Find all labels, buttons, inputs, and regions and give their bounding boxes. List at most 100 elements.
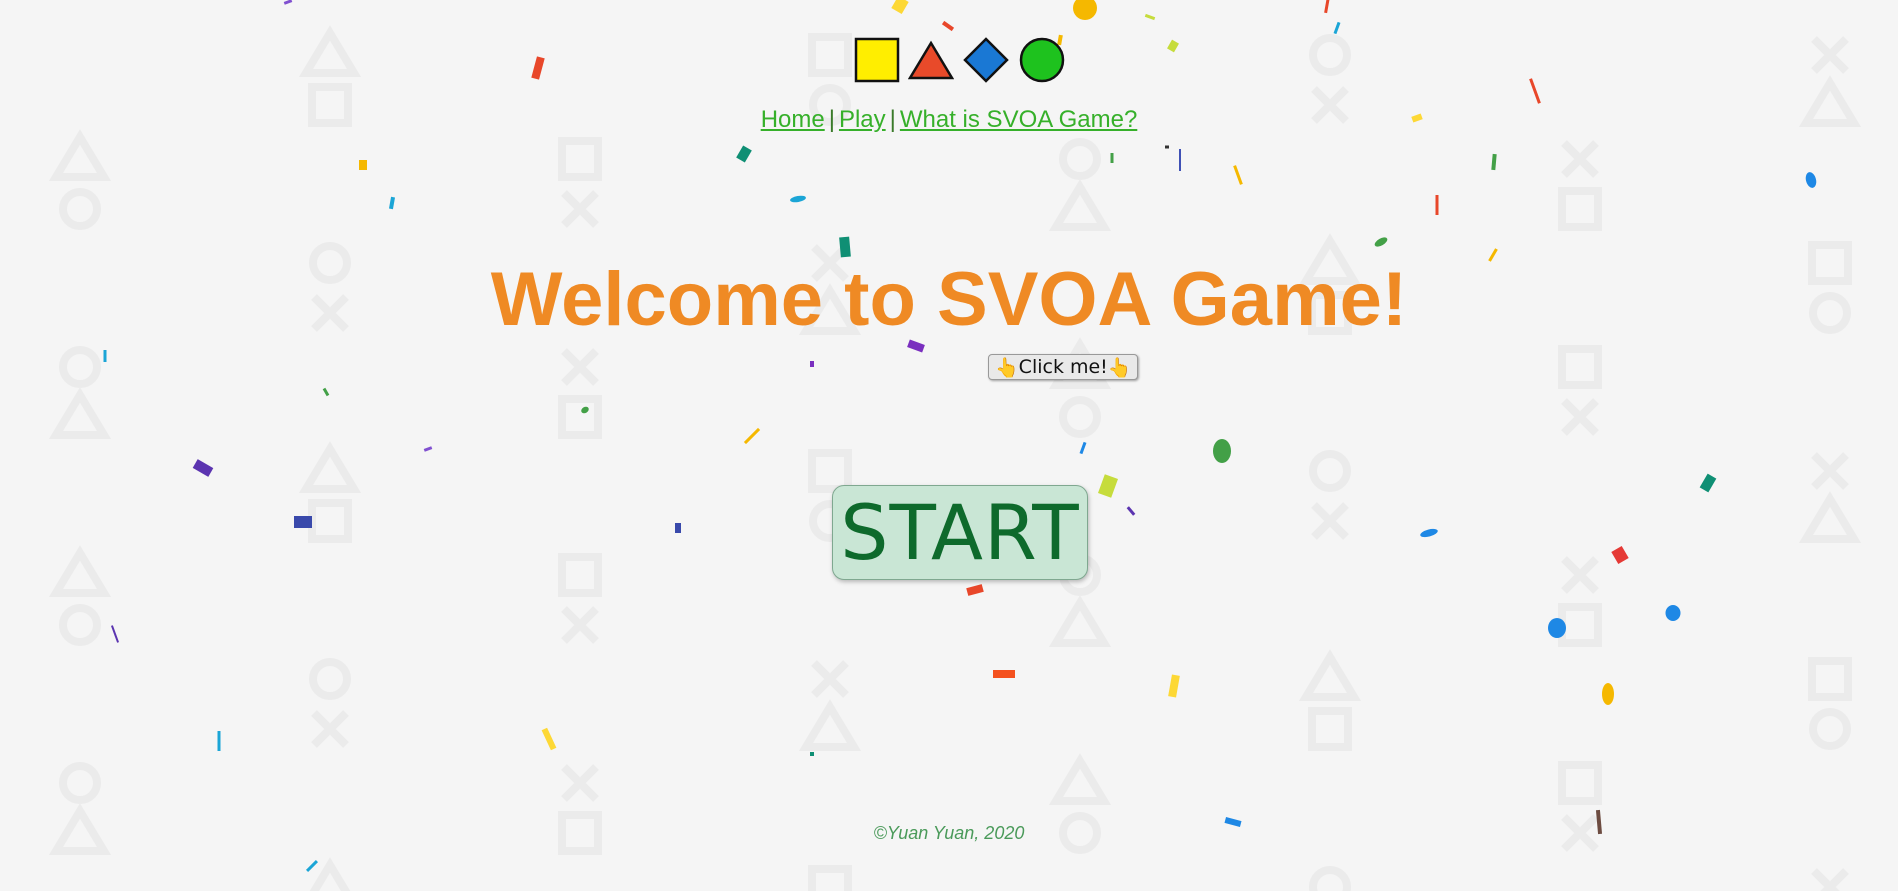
pattern-tri-shape: [1048, 753, 1112, 805]
confetti-piece: [1435, 195, 1439, 215]
confetti-piece: [1168, 674, 1180, 698]
game-home-page: Home | Play | What is SVOA Game? Welcome to …: [0, 0, 1898, 891]
start-button[interactable]: START: [832, 485, 1088, 580]
pattern-x-shape: [1811, 868, 1849, 891]
confetti-piece: [1491, 153, 1497, 171]
confetti-piece: [1126, 506, 1136, 516]
pattern-circ-shape: [1309, 450, 1351, 492]
confetti-piece: [1805, 172, 1817, 188]
confetti-piece: [743, 427, 761, 445]
footer-copyright: ©Yuan Yuan, 2020: [873, 823, 1025, 843]
pattern-x-shape: [561, 606, 599, 644]
pattern-sq-shape: [1558, 761, 1602, 805]
click-me-label: Click me!: [1018, 356, 1108, 378]
confetti-piece: [103, 350, 107, 362]
pattern-circ-shape: [309, 658, 351, 700]
pattern-tri-shape: [298, 25, 362, 77]
pattern-sq-shape: [1808, 657, 1852, 701]
pointing-hand-icon: 👆: [995, 356, 1019, 379]
confetti-piece: [810, 361, 814, 367]
pattern-x-shape: [561, 190, 599, 228]
confetti-piece: [1324, 0, 1330, 14]
pointing-hand-icon: 👆: [1107, 356, 1132, 379]
confetti-piece: [1420, 528, 1438, 538]
triangle-icon: [908, 40, 954, 80]
confetti-piece: [1098, 474, 1118, 498]
nav-link-home[interactable]: Home: [761, 106, 825, 133]
pattern-circ-shape: [59, 762, 101, 804]
confetti-piece: [283, 0, 293, 5]
confetti-piece: [305, 859, 319, 873]
confetti-piece: [736, 145, 752, 163]
confetti-piece: [1529, 78, 1541, 104]
confetti-piece: [1699, 473, 1717, 493]
confetti-piece: [1179, 149, 1181, 171]
confetti-piece: [1602, 683, 1614, 705]
confetti-piece: [941, 20, 955, 32]
pattern-tri-shape: [1048, 179, 1112, 231]
confetti-piece: [1073, 0, 1097, 20]
pattern-x-shape: [1561, 556, 1599, 594]
pattern-tri-shape: [48, 545, 112, 597]
confetti-piece: [423, 446, 433, 452]
confetti-piece: [1233, 165, 1243, 185]
main-nav: Home | Play | What is SVOA Game?: [0, 106, 1898, 134]
circle-icon: [1019, 37, 1065, 83]
confetti-piece: [541, 727, 557, 751]
page-title: Welcome to SVOA Game!: [490, 257, 1408, 342]
pattern-sq-shape: [558, 395, 602, 439]
nav-separator: |: [828, 106, 835, 133]
pattern-circ-shape: [1059, 396, 1101, 438]
pattern-tri-shape: [1298, 649, 1362, 701]
confetti-piece: [1167, 39, 1179, 53]
pattern-tri-shape: [1798, 491, 1862, 543]
pattern-sq-shape: [1308, 707, 1352, 751]
pattern-circ-shape: [1809, 708, 1851, 750]
nav-separator: |: [889, 106, 896, 133]
pattern-x-shape: [561, 348, 599, 386]
pattern-tri-shape: [798, 699, 862, 751]
pattern-sq-shape: [808, 449, 852, 493]
pattern-sq-shape: [558, 553, 602, 597]
confetti-piece: [1110, 153, 1114, 163]
confetti-piece: [1611, 545, 1629, 565]
pattern-x-shape: [1561, 398, 1599, 436]
click-me-button[interactable]: 👆 Click me! 👆: [988, 354, 1139, 380]
pattern-sq-shape: [808, 33, 852, 77]
pattern-x-shape: [1311, 502, 1349, 540]
confetti-piece: [1548, 618, 1566, 638]
confetti-piece: [839, 236, 851, 258]
pattern-tri-shape: [309, 857, 351, 891]
pattern-x-shape: [1811, 36, 1849, 74]
pattern-sq-shape: [1558, 603, 1602, 647]
pattern-circ-shape: [1309, 866, 1351, 891]
confetti-piece: [359, 160, 367, 170]
pattern-tri-shape: [298, 441, 362, 493]
confetti-piece: [1165, 145, 1169, 149]
pattern-circ-shape: [59, 346, 101, 388]
pattern-sq-shape: [1558, 187, 1602, 231]
confetti-piece: [966, 584, 984, 596]
nav-link-what-is-svoa[interactable]: What is SVOA Game?: [900, 106, 1137, 133]
confetti-piece: [1665, 605, 1681, 621]
pattern-sq-shape: [558, 137, 602, 181]
confetti-piece: [810, 752, 814, 756]
pattern-circ-shape: [1059, 138, 1101, 180]
pattern-sq-shape: [308, 499, 352, 543]
pattern-tri-shape: [48, 129, 112, 181]
pattern-x-shape: [1561, 140, 1599, 178]
nav-link-play[interactable]: Play: [839, 106, 886, 133]
confetti-piece: [1374, 237, 1388, 247]
confetti-piece: [790, 195, 806, 203]
pattern-x-shape: [561, 764, 599, 802]
pattern-x-shape: [811, 660, 849, 698]
confetti-piece: [192, 459, 214, 477]
pattern-circ-shape: [59, 604, 101, 646]
confetti-piece: [531, 56, 545, 80]
confetti-piece: [110, 625, 120, 643]
pattern-circ-shape: [59, 188, 101, 230]
confetti-piece: [581, 406, 589, 414]
pattern-sq-shape: [808, 865, 852, 891]
confetti-piece: [388, 196, 396, 210]
pattern-circ-shape: [1309, 34, 1351, 76]
